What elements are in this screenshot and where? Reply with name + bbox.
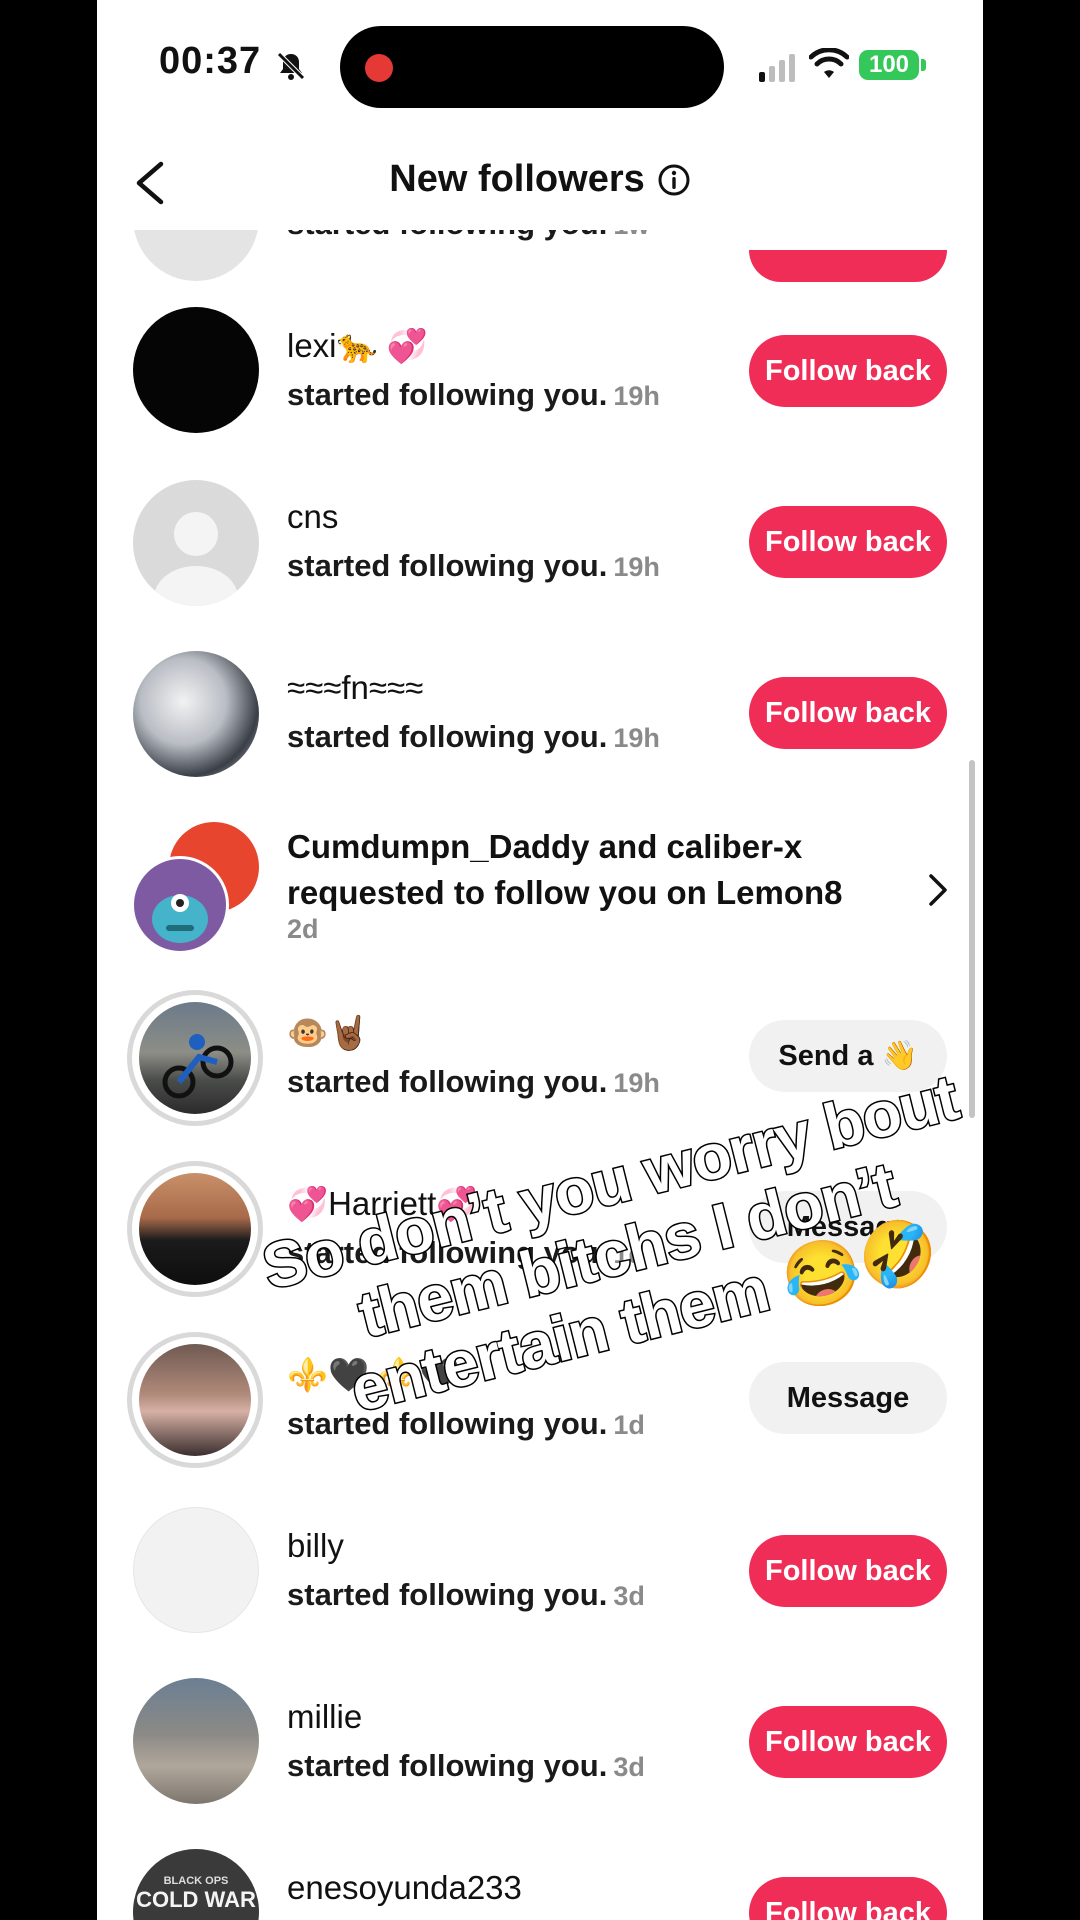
list-item[interactable]: cns started following you. 19h Follow bac… bbox=[97, 456, 983, 626]
avatar bbox=[133, 1678, 259, 1804]
status-time: 00:37 bbox=[159, 40, 262, 82]
follow-back-button[interactable]: Follow back bbox=[749, 1535, 947, 1607]
avatar bbox=[133, 307, 259, 433]
follow-text: started following you. 19h bbox=[287, 1064, 660, 1099]
lemon8-request-item[interactable]: Cumdumpn_Daddy and caliber-x requested t… bbox=[97, 810, 983, 980]
cellular-signal-icon bbox=[759, 54, 795, 82]
avatar-monster bbox=[131, 856, 229, 954]
follow-text: started following you. 3d bbox=[287, 1748, 645, 1783]
username: billy bbox=[287, 1527, 344, 1564]
avatar-story[interactable] bbox=[127, 990, 263, 1126]
page-title-text-overlay: New followers bbox=[389, 158, 645, 200]
requesters: Cumdumpn_Daddy and caliber-x bbox=[287, 828, 803, 865]
follow-text: started following you. 19h bbox=[287, 548, 660, 583]
follow-back-button-partial[interactable] bbox=[749, 250, 947, 282]
follow-back-button[interactable]: Follow back bbox=[749, 506, 947, 578]
bike-photo bbox=[162, 1034, 234, 1099]
monster-icon bbox=[152, 894, 208, 943]
username: 🐵🤘🏾 bbox=[287, 1014, 370, 1051]
follow-back-button[interactable]: Follow back bbox=[749, 677, 947, 749]
battery-indicator: 100 bbox=[859, 50, 919, 80]
chevron-right-icon[interactable] bbox=[927, 872, 949, 908]
username: ≈≈≈fn≈≈≈ bbox=[287, 669, 424, 706]
username: lexi🐆 💞 bbox=[287, 327, 428, 364]
back-arrow-icon[interactable] bbox=[131, 160, 169, 206]
request-text: requested to follow you on Lemon8 bbox=[287, 874, 843, 911]
avatar bbox=[133, 1507, 259, 1633]
battery-tip bbox=[921, 59, 926, 71]
message-button[interactable]: Message bbox=[749, 1362, 947, 1434]
avatar-game-logo-top: BLACK OPS bbox=[163, 1875, 229, 1887]
list-item[interactable]: billy started following you. 3d Follow ba… bbox=[97, 1485, 983, 1655]
recording-indicator bbox=[365, 54, 393, 82]
default-avatar-icon bbox=[154, 512, 238, 606]
phone-screen: 00:37 100 New followers started followin… bbox=[97, 0, 983, 1920]
wifi-icon bbox=[809, 48, 849, 78]
username: millie bbox=[287, 1698, 363, 1735]
list-item[interactable]: ≈≈≈fn≈≈≈ started following you. 19h Follo… bbox=[97, 627, 983, 797]
follow-text: started following you. 3d bbox=[287, 1577, 645, 1612]
page-title-overlay: New followers bbox=[97, 158, 983, 201]
avatar-photo bbox=[139, 1002, 251, 1114]
follow-text: started following you. 19h bbox=[287, 719, 660, 754]
follow-back-button[interactable]: Follow back bbox=[749, 1706, 947, 1778]
avatar: BLACK OPS COLD WAR bbox=[133, 1849, 259, 1920]
username: cns bbox=[287, 498, 339, 535]
info-icon[interactable] bbox=[657, 163, 691, 197]
follow-text: started following you. 19h bbox=[287, 377, 660, 412]
dynamic-island bbox=[340, 26, 724, 108]
request-time: 2d bbox=[287, 914, 319, 944]
list-item[interactable]: BLACK OPS COLD WAR enesoyunda233 Follow … bbox=[97, 1827, 983, 1920]
avatar-game-logo: COLD WAR bbox=[136, 1887, 256, 1912]
username: enesoyunda233 bbox=[287, 1869, 522, 1906]
silent-bell-icon bbox=[277, 52, 305, 80]
list-item[interactable]: lexi🐆 💞 started following you. 19h Follow… bbox=[97, 285, 983, 455]
follow-back-button[interactable]: Follow back bbox=[749, 1877, 947, 1920]
follow-back-button[interactable]: Follow back bbox=[749, 335, 947, 407]
follow-text: started following you. 1w bbox=[287, 206, 650, 241]
avatar bbox=[133, 651, 259, 777]
list-item[interactable]: millie started following you. 3d Follow b… bbox=[97, 1656, 983, 1826]
avatar bbox=[133, 480, 259, 606]
